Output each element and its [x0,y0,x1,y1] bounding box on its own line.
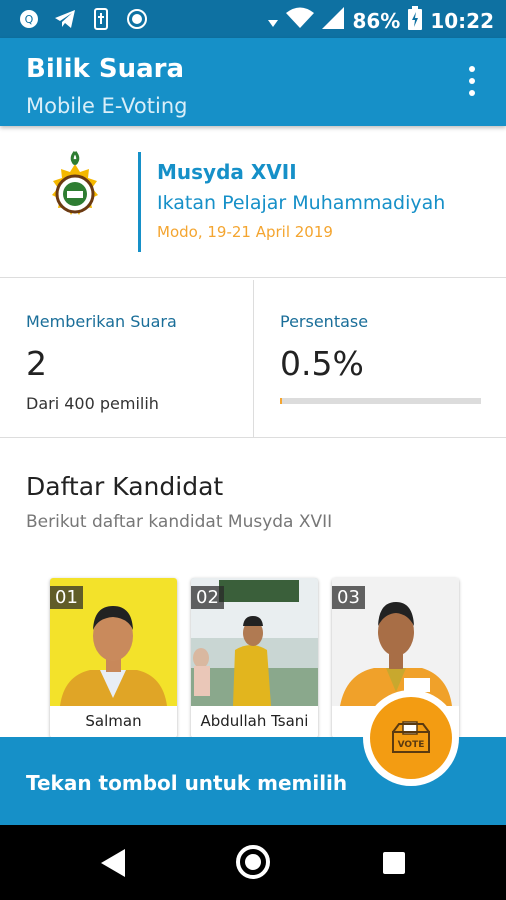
event-header: Musyda XVII Ikatan Pelajar Muhammadiyah … [0,128,506,278]
votes-stat: Memberikan Suara 2 Dari 400 pemilih [0,280,254,438]
candidate-photo: 02 [191,578,318,706]
vote-label: VOTE [398,740,425,750]
vote-button[interactable]: VOTE [363,690,459,786]
percentage-stat: Persentase 0.5% [255,280,506,438]
candidate-number: 03 [332,586,365,609]
recent-apps-icon[interactable] [383,852,405,874]
percentage-label: Persentase [280,312,369,331]
votes-note: Dari 400 pemilih [26,394,159,413]
candidate-photo: 01 [50,578,177,706]
divider-line [138,152,141,252]
back-icon[interactable] [101,849,125,881]
app-bar: Bilik Suara Mobile E-Voting [0,38,506,126]
event-title: Musyda XVII [157,160,297,184]
download-arrow-icon [268,9,279,33]
status-bar: Q 86% 10:22 [0,0,506,38]
ballot-box-icon: VOTE [392,721,430,753]
candidate-card[interactable]: 01 Salman [50,578,177,738]
candidate-number: 01 [50,586,83,609]
candidate-card[interactable]: 02 Abdullah Tsani [191,578,318,738]
battery-icon [408,6,423,35]
overflow-menu-icon[interactable] [462,66,482,96]
battery-percent: 86% [352,8,401,33]
sync-icon [126,8,148,30]
wifi-icon [286,7,315,34]
progress-fill [280,398,282,404]
votes-label: Memberikan Suara [26,312,177,331]
percentage-progress-bar [280,398,481,404]
clock: 10:22 [430,8,494,33]
organization-logo [32,150,118,236]
bottom-instruction: Tekan tombol untuk memilih [26,771,348,795]
candidate-number: 02 [191,586,224,609]
candidates-title: Daftar Kandidat [26,472,224,501]
stats-panel: Memberikan Suara 2 Dari 400 pemilih Pers… [0,280,506,438]
signal-icon [322,7,345,34]
candidate-photo: 03 [332,578,459,706]
app-title: Bilik Suara [26,54,185,84]
candidate-name: Abdullah Tsani [200,712,309,730]
votes-value: 2 [26,344,47,383]
candidates-subtitle: Berikut daftar kandidat Musyda XVII [26,512,333,532]
candidate-name: Salman [85,712,142,730]
home-icon[interactable] [236,845,270,879]
svg-text:Q: Q [25,13,34,26]
percentage-value: 0.5% [280,344,364,383]
usb-icon [90,8,112,30]
event-organization: Ikatan Pelajar Muhammadiyah [157,192,446,214]
telegram-icon [54,8,76,30]
navigation-bar [0,825,506,900]
voice-assistant-icon: Q [18,8,40,30]
app-subtitle: Mobile E-Voting [26,94,188,118]
event-date: Modo, 19-21 April 2019 [157,223,333,241]
